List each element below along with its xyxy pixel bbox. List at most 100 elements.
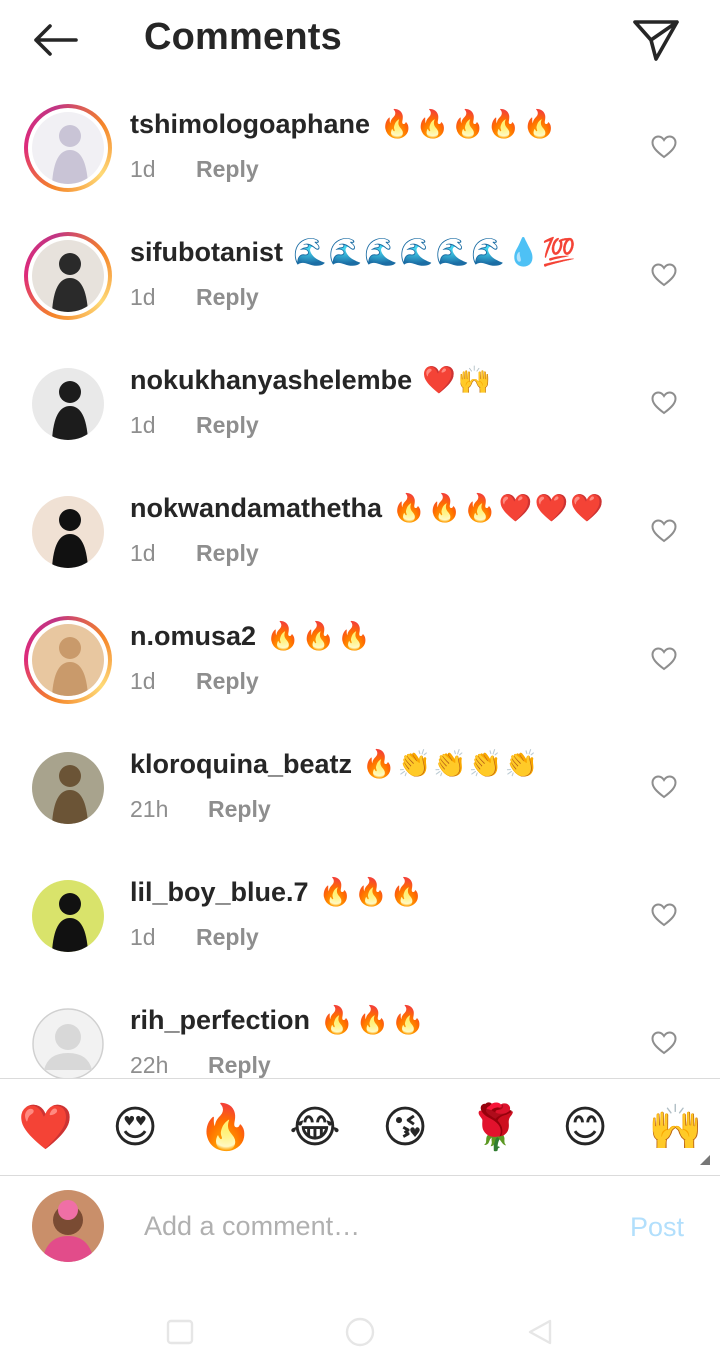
avatar-gap	[28, 620, 108, 700]
comment-row[interactable]: lil_boy_blue.7 🔥🔥🔥 1d Reply	[0, 852, 720, 980]
comments-list[interactable]: tshimologoaphane 🔥🔥🔥🔥🔥 1d Reply sifubotanist…	[0, 84, 720, 1078]
smile-emoji-button[interactable]: 😊	[558, 1101, 612, 1155]
comment-input[interactable]	[144, 1198, 604, 1254]
share-button[interactable]	[628, 14, 684, 66]
avatar-story-ring[interactable]	[24, 104, 112, 192]
emoji-quick-bar: ❤️ 😍 🔥 😂 😘 🌹 😊 🙌	[0, 1078, 720, 1176]
avatar-frame[interactable]	[24, 360, 112, 448]
post-button[interactable]: Post	[630, 1212, 684, 1243]
heart-outline-icon	[651, 647, 677, 671]
like-button[interactable]	[648, 388, 680, 418]
avatar	[32, 240, 104, 312]
avatar-gap	[28, 108, 108, 188]
comment-meta: 1d Reply	[130, 412, 259, 439]
heart-outline-icon	[651, 903, 677, 927]
avatar	[32, 880, 104, 952]
reply-button[interactable]: Reply	[208, 1052, 271, 1078]
comment-row[interactable]: rih_perfection 🔥🔥🔥 22h Reply	[0, 980, 720, 1078]
comment-row[interactable]: n.omusa2 🔥🔥🔥 1d Reply	[0, 596, 720, 724]
comment-username[interactable]: sifubotanist	[130, 237, 283, 267]
comment-emojis: ❤️🙌	[422, 365, 494, 396]
back-button[interactable]	[28, 18, 84, 62]
system-navbar	[0, 1296, 720, 1372]
heart-outline-icon	[651, 135, 677, 159]
comment-username[interactable]: nokukhanyashelembe	[130, 365, 412, 395]
avatar-story-ring[interactable]	[24, 616, 112, 704]
comment-text: sifubotanist 🌊🌊🌊🌊🌊🌊💧💯	[130, 236, 578, 268]
comment-row[interactable]: nokukhanyashelembe ❤️🙌 1d Reply	[0, 340, 720, 468]
comment-meta: 22h Reply	[130, 1052, 271, 1078]
comment-emojis: 🔥🔥🔥🔥🔥	[380, 109, 559, 140]
comment-timestamp: 1d	[130, 284, 156, 310]
comment-row[interactable]: nokwandamathetha 🔥🔥🔥❤️❤️❤️ 1d Reply	[0, 468, 720, 596]
reply-button[interactable]: Reply	[196, 284, 259, 310]
heart-outline-icon	[651, 519, 677, 543]
reply-button[interactable]: Reply	[196, 668, 259, 694]
page-title: Comments	[144, 16, 342, 58]
comment-emojis: 🔥🔥🔥	[320, 1005, 427, 1036]
avatar-story-ring[interactable]	[24, 232, 112, 320]
heart-outline-icon	[651, 391, 677, 415]
comment-text: n.omusa2 🔥🔥🔥	[130, 620, 373, 652]
heart-emoji-button[interactable]: ❤️	[18, 1101, 73, 1155]
heart-outline-icon	[651, 775, 677, 799]
comment-username[interactable]: rih_perfection	[130, 1005, 310, 1035]
like-button[interactable]	[648, 260, 680, 290]
comment-username[interactable]: lil_boy_blue.7	[130, 877, 309, 907]
like-button[interactable]	[648, 132, 680, 162]
comment-timestamp: 1d	[130, 924, 156, 950]
comment-meta: 21h Reply	[130, 796, 271, 823]
like-button[interactable]	[648, 516, 680, 546]
comment-username[interactable]: n.omusa2	[130, 621, 256, 651]
avatar-gap	[28, 236, 108, 316]
back-nav-button[interactable]	[520, 1312, 560, 1352]
kiss-emoji-button[interactable]: 😘	[378, 1101, 432, 1155]
rose-emoji-button[interactable]: 🌹	[468, 1101, 523, 1155]
triangle-back-icon	[528, 1319, 552, 1345]
reply-button[interactable]: Reply	[196, 412, 259, 438]
avatar-frame[interactable]	[24, 744, 112, 832]
reply-button[interactable]: Reply	[196, 540, 259, 566]
avatar-frame[interactable]	[24, 872, 112, 960]
comment-timestamp: 1d	[130, 156, 156, 182]
comment-timestamp: 1d	[130, 412, 156, 438]
like-button[interactable]	[648, 772, 680, 802]
comment-text: rih_perfection 🔥🔥🔥	[130, 1004, 427, 1036]
recent-apps-button[interactable]	[160, 1312, 200, 1352]
avatar	[32, 112, 104, 184]
comment-row[interactable]: kloroquina_beatz 🔥👏👏👏👏 21h Reply	[0, 724, 720, 852]
arrow-left-icon	[34, 24, 78, 56]
comment-meta: 1d Reply	[130, 156, 259, 183]
comment-row[interactable]: sifubotanist 🌊🌊🌊🌊🌊🌊💧💯 1d Reply	[0, 212, 720, 340]
comment-timestamp: 1d	[130, 540, 156, 566]
comment-row[interactable]: tshimologoaphane 🔥🔥🔥🔥🔥 1d Reply	[0, 84, 720, 212]
like-button[interactable]	[648, 644, 680, 674]
heart-eyes-emoji-button[interactable]: 😍	[108, 1101, 162, 1155]
expand-corner-icon	[700, 1155, 710, 1165]
home-button[interactable]	[340, 1312, 380, 1352]
header: Comments	[0, 0, 720, 84]
like-button[interactable]	[648, 1028, 680, 1058]
fire-emoji-button[interactable]: 🔥	[198, 1101, 253, 1155]
comment-timestamp: 1d	[130, 668, 156, 694]
comment-text: kloroquina_beatz 🔥👏👏👏👏	[130, 748, 540, 780]
reply-button[interactable]: Reply	[208, 796, 271, 822]
comment-text: nokwandamathetha 🔥🔥🔥❤️❤️❤️	[130, 492, 606, 524]
comment-meta: 1d Reply	[130, 540, 259, 567]
avatar-frame[interactable]	[24, 488, 112, 576]
reply-button[interactable]: Reply	[196, 924, 259, 950]
avatar-frame[interactable]	[24, 1000, 112, 1078]
raised-hands-emoji-button[interactable]: 🙌	[648, 1101, 703, 1155]
comment-username[interactable]: nokwandamathetha	[130, 493, 382, 523]
comment-composer: Post	[0, 1176, 720, 1286]
joy-emoji-button[interactable]: 😂	[288, 1101, 342, 1155]
comment-text: nokukhanyashelembe ❤️🙌	[130, 364, 493, 396]
reply-button[interactable]: Reply	[196, 156, 259, 182]
comment-timestamp: 22h	[130, 1052, 169, 1078]
comment-username[interactable]: kloroquina_beatz	[130, 749, 352, 779]
comment-emojis: 🌊🌊🌊🌊🌊🌊💧💯	[293, 237, 578, 268]
heart-outline-icon	[651, 1031, 677, 1055]
like-button[interactable]	[648, 900, 680, 930]
comment-username[interactable]: tshimologoaphane	[130, 109, 370, 139]
comment-meta: 1d Reply	[130, 668, 259, 695]
